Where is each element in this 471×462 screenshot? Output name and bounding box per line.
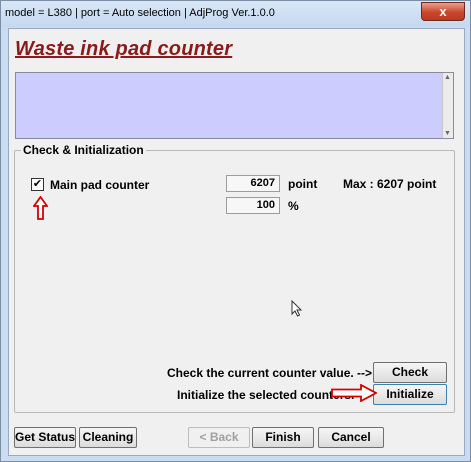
max-point-label: Max : 6207 point: [343, 177, 437, 191]
dialog-client-area: Waste ink pad counter ▲ ▼ Check & Initia…: [8, 28, 465, 456]
main-pad-counter-checkbox[interactable]: ✔: [31, 178, 44, 191]
scroll-up-icon[interactable]: ▲: [444, 74, 451, 81]
point-unit-label: point: [288, 177, 318, 191]
cancel-button[interactable]: Cancel: [318, 427, 384, 448]
app-window: model = L380 | port = Auto selection | A…: [0, 0, 471, 462]
window-title: model = L380 | port = Auto selection | A…: [5, 7, 275, 19]
percent-value-field: 100: [226, 197, 280, 214]
check-button[interactable]: Check: [373, 362, 447, 383]
finish-button[interactable]: Finish: [252, 427, 314, 448]
mouse-pointer-icon: [291, 300, 303, 317]
main-pad-counter-label[interactable]: Main pad counter: [50, 178, 149, 192]
point-value-field: 6207: [226, 175, 280, 192]
info-textbox[interactable]: ▲ ▼: [15, 72, 454, 139]
red-right-arrow-icon: [331, 384, 377, 402]
cleaning-button[interactable]: Cleaning: [79, 427, 137, 448]
info-scrollbar[interactable]: ▲ ▼: [442, 73, 453, 138]
check-prompt-text: Check the current counter value. -->: [167, 366, 373, 380]
back-button[interactable]: < Back: [188, 427, 250, 448]
initialize-button[interactable]: Initialize: [373, 384, 447, 405]
title-bar[interactable]: model = L380 | port = Auto selection | A…: [1, 1, 470, 27]
red-up-arrow-icon: [33, 196, 48, 220]
percent-unit-label: %: [288, 199, 299, 213]
group-label: Check & Initialization: [21, 143, 146, 157]
scroll-down-icon[interactable]: ▼: [444, 130, 451, 137]
get-status-button[interactable]: Get Status: [14, 427, 76, 448]
page-title: Waste ink pad counter: [15, 38, 233, 60]
close-button[interactable]: x: [421, 2, 465, 21]
